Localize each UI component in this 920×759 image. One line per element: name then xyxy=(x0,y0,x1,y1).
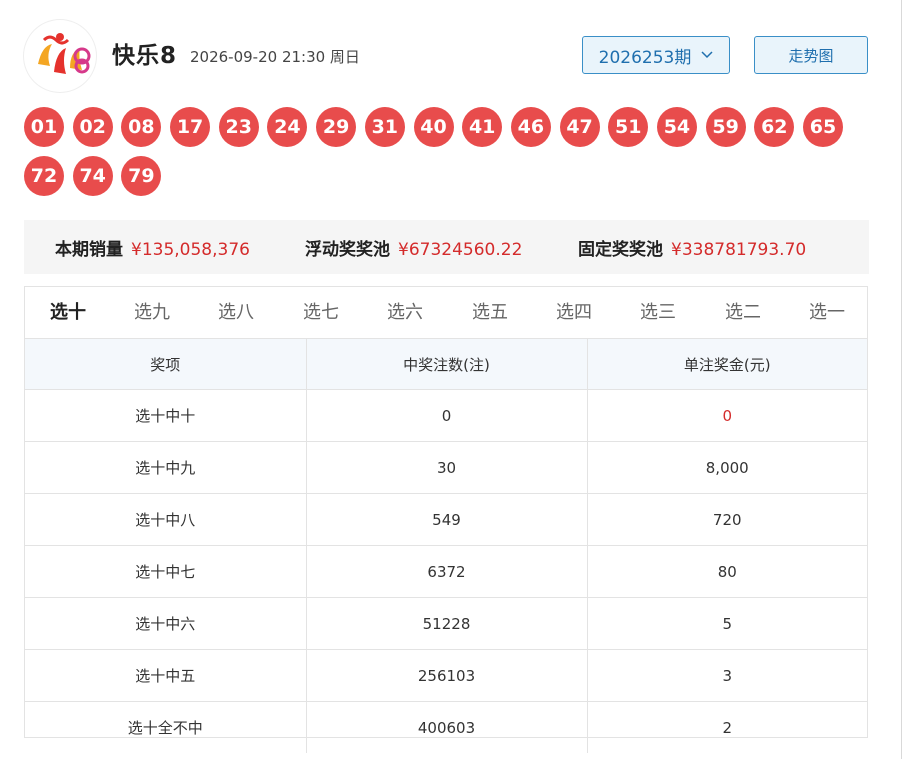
draw-time: 2026-09-20 21:30 周日 xyxy=(190,48,360,66)
pool-stats-bar: 本期销量 ¥135,058,376 浮动奖奖池 ¥67324560.22 固定奖… xyxy=(24,220,869,274)
prize-cell: 选十中九 xyxy=(25,441,307,494)
count-cell: 30 xyxy=(305,441,588,494)
count-cell: 400603 xyxy=(305,701,588,753)
tab-pick8[interactable]: 选八 xyxy=(218,301,254,325)
number-ball: 62 xyxy=(754,107,795,147)
number-ball: 59 xyxy=(705,107,746,147)
table-row: 选十全不中 400603 2 xyxy=(25,701,867,753)
table-row: 选十中九 30 8,000 xyxy=(25,441,867,494)
issue-select-value: 2026253期 xyxy=(598,47,692,68)
prize-cell: 选十中五 xyxy=(25,649,307,702)
count-cell: 6372 xyxy=(305,545,588,598)
number-ball: 08 xyxy=(121,107,162,147)
fixed-pool-stat: 固定奖奖池 ¥338781793.70 xyxy=(578,235,806,260)
number-ball: 51 xyxy=(608,107,649,147)
table-row: 选十中八 549 720 xyxy=(25,493,867,546)
table-row: 选十中十 0 0 xyxy=(25,389,867,442)
fixed-pool-value: ¥338781793.70 xyxy=(671,239,807,260)
number-ball: 72 xyxy=(24,156,64,196)
tab-pick6[interactable]: 选六 xyxy=(387,301,423,325)
prize-cell: 选十中六 xyxy=(25,597,307,650)
tab-pick5[interactable]: 选五 xyxy=(472,301,508,325)
tab-pick2[interactable]: 选二 xyxy=(725,301,761,325)
amount-cell: 8,000 xyxy=(586,441,867,494)
table-row: 选十中六 51228 5 xyxy=(25,597,867,650)
number-ball: 23 xyxy=(218,107,259,147)
prize-panel: 选十 选九 选八 选七 选六 选五 选四 选三 选二 选一 奖项 中奖注数(注)… xyxy=(24,286,868,753)
sales-stat: 本期销量 ¥135,058,376 xyxy=(55,235,250,260)
amount-cell: 80 xyxy=(586,545,867,598)
amount-cell: 720 xyxy=(586,493,867,546)
number-ball: 24 xyxy=(267,107,308,147)
sales-label: 本期销量 xyxy=(55,239,123,260)
number-ball: 31 xyxy=(364,107,405,147)
amount-cell: 2 xyxy=(586,701,867,753)
count-cell: 549 xyxy=(305,493,588,546)
number-ball: 54 xyxy=(656,107,697,147)
tab-pick4[interactable]: 选四 xyxy=(556,301,592,325)
tab-pick3[interactable]: 选三 xyxy=(640,301,676,325)
prize-cell: 选十全不中 xyxy=(25,701,307,753)
prize-cell: 选十中十 xyxy=(25,389,307,442)
issue-select[interactable]: 2026253期 xyxy=(582,36,730,74)
prize-cell: 选十中八 xyxy=(25,493,307,546)
table-row: 选十中七 6372 80 xyxy=(25,545,867,598)
sales-value: ¥135,058,376 xyxy=(131,239,250,260)
tab-pick7[interactable]: 选七 xyxy=(303,301,339,325)
column-header-count: 中奖注数(注) xyxy=(305,338,588,390)
amount-cell: 0 xyxy=(586,389,867,442)
number-ball: 29 xyxy=(316,107,357,147)
scrollbar-edge xyxy=(901,0,902,759)
amount-cell: 5 xyxy=(586,597,867,650)
number-ball: 46 xyxy=(510,107,551,147)
float-pool-value: ¥67324560.22 xyxy=(398,239,523,260)
play-type-tabs: 选十 选九 选八 选七 选六 选五 选四 选三 选二 选一 xyxy=(25,287,867,339)
trend-chart-button[interactable]: 走势图 xyxy=(754,36,868,74)
prize-table-body: 选十中十 0 0 选十中九 30 8,000 选十中八 549 720 选十中七 6372 80 选十中… xyxy=(25,389,867,753)
count-cell: 256103 xyxy=(305,649,588,702)
count-cell: 51228 xyxy=(305,597,588,650)
tab-pick1[interactable]: 选一 xyxy=(809,301,845,325)
count-cell: 0 xyxy=(305,389,588,442)
number-ball: 65 xyxy=(803,107,843,147)
number-ball: 17 xyxy=(170,107,211,147)
winning-numbers: 01 02 08 17 23 24 29 31 40 41 46 47 51 54 59 62 65 72 74 79 xyxy=(24,107,854,196)
prize-table: 奖项 中奖注数(注) 单注奖金(元) 选十中十 0 0 选十中九 30 8,000 选十中八… xyxy=(25,338,867,753)
number-ball: 01 xyxy=(24,107,64,147)
column-header-amount: 单注奖金(元) xyxy=(586,338,867,390)
float-pool-label: 浮动奖奖池 xyxy=(305,239,390,260)
column-header-prize: 奖项 xyxy=(25,338,307,390)
number-ball: 47 xyxy=(559,107,600,147)
number-ball: 41 xyxy=(462,107,503,147)
amount-cell: 3 xyxy=(586,649,867,702)
number-ball: 79 xyxy=(121,156,162,196)
fixed-pool-label: 固定奖奖池 xyxy=(578,239,663,260)
float-pool-stat: 浮动奖奖池 ¥67324560.22 xyxy=(305,235,522,260)
table-header-row: 奖项 中奖注数(注) 单注奖金(元) xyxy=(25,338,867,390)
number-ball: 40 xyxy=(413,107,454,147)
tab-pick9[interactable]: 选九 xyxy=(134,301,170,325)
page-title: 快乐8 xyxy=(112,43,178,69)
table-row: 选十中五 256103 3 xyxy=(25,649,867,702)
kl8-logo-icon xyxy=(25,21,95,91)
prize-cell: 选十中七 xyxy=(25,545,307,598)
kl8-logo xyxy=(24,20,96,92)
chevron-down-icon xyxy=(701,51,713,59)
number-ball: 74 xyxy=(72,156,113,196)
tab-pick10[interactable]: 选十 xyxy=(50,301,86,325)
number-ball: 02 xyxy=(72,107,113,147)
